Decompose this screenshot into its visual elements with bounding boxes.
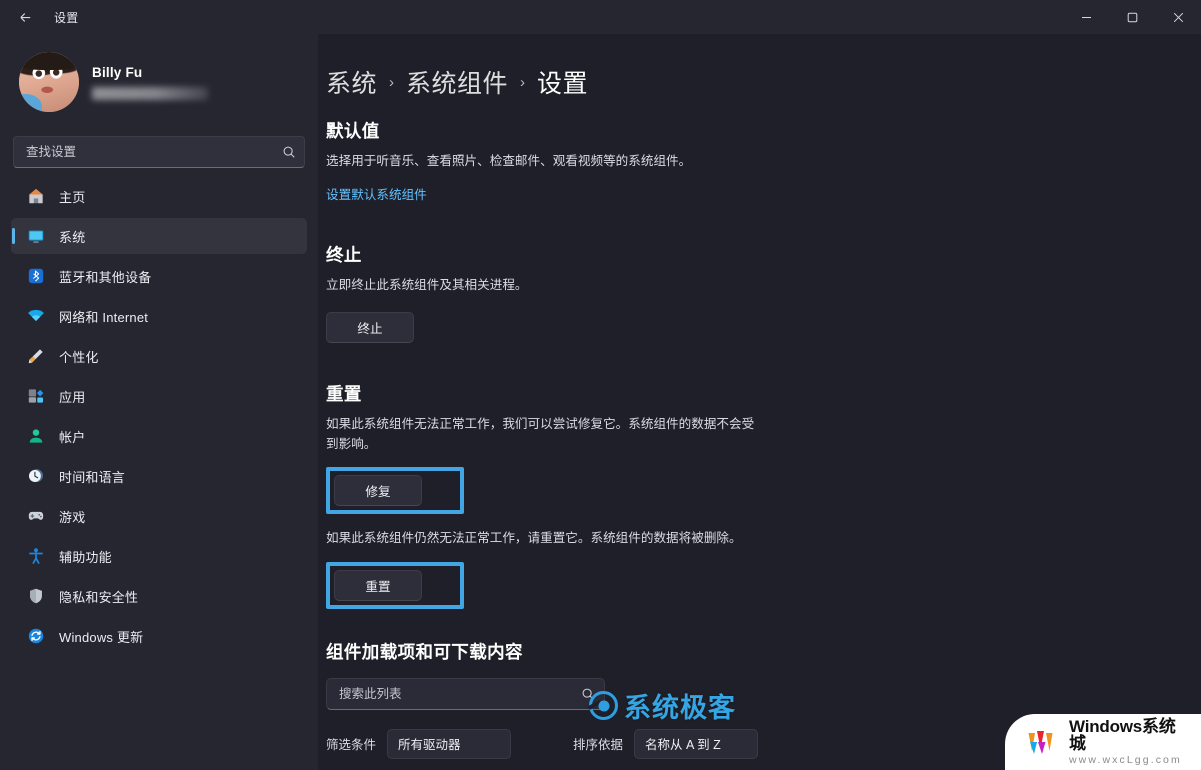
defaults-heading: 默认值 — [326, 121, 380, 141]
reset-highlight-box: 重置 — [326, 561, 464, 609]
sidebar-item-system[interactable]: 系统 — [11, 218, 307, 254]
account-icon — [26, 427, 45, 446]
sidebar-item-label: 系统 — [59, 229, 86, 245]
terminate-section: 终止 立即终止此系统组件及其相关进程。 终止 — [326, 242, 1161, 344]
sidebar-item-label: 主页 — [59, 189, 86, 205]
sidebar-item-label: 时间和语言 — [59, 469, 126, 485]
close-button[interactable] — [1155, 0, 1201, 34]
terminate-button[interactable]: 终止 — [326, 312, 414, 344]
sidebar-item-home[interactable]: 主页 — [11, 178, 307, 214]
main-content: 系统 › 系统组件 › 设置 默认值 选择用于听音乐、查看照片、检查邮件、观看视… — [318, 34, 1201, 770]
account-card[interactable]: Billy Fu — [11, 34, 307, 122]
reset-description: 如果此系统组件仍然无法正常工作，请重置它。系统组件的数据将被删除。 — [326, 531, 742, 546]
wifi-icon — [26, 307, 45, 326]
sort-dropdown[interactable]: 名称从 A 到 Z — [634, 728, 759, 759]
sidebar-item-label: 蓝牙和其他设备 — [59, 269, 152, 285]
terminate-description: 立即终止此系统组件及其相关进程。 — [326, 277, 528, 292]
search-icon — [282, 145, 296, 159]
sidebar-item-accessibility[interactable]: 辅助功能 — [11, 538, 307, 574]
account-email-blurred — [92, 86, 208, 100]
repair-description: 如果此系统组件无法正常工作，我们可以尝试修复它。系统组件的数据不会受到影响。 — [326, 417, 755, 451]
sidebar-item-privacy-security[interactable]: 隐私和安全性 — [11, 578, 307, 614]
breadcrumb-parent[interactable]: 系统组件 — [406, 64, 508, 100]
sidebar-item-label: 游戏 — [59, 509, 86, 525]
addons-search[interactable] — [326, 677, 605, 710]
sidebar-item-label: 网络和 Internet — [59, 309, 149, 325]
display-icon — [26, 227, 45, 246]
breadcrumb-current: 设置 — [537, 70, 589, 98]
search-input[interactable] — [26, 145, 282, 159]
defaults-section: 默认值 选择用于听音乐、查看照片、检查邮件、观看视频等的系统组件。 设置默认系统… — [326, 118, 1161, 204]
title-bar: 设置 — [0, 0, 1201, 34]
settings-window: 设置 Billy Fu 查找设置 主页 系统 蓝牙和其他设备 网络和 Inter… — [0, 0, 1201, 770]
sidebar-item-network[interactable]: 网络和 Internet — [11, 298, 307, 334]
sidebar-item-bluetooth[interactable]: 蓝牙和其他设备 — [11, 258, 307, 294]
search-icon — [581, 687, 595, 701]
sort-value: 名称从 A 到 Z — [645, 738, 721, 753]
maximize-button[interactable] — [1109, 0, 1155, 34]
avatar — [19, 52, 79, 112]
filter-dropdown[interactable]: 所有驱动器 — [387, 728, 512, 759]
repair-button[interactable]: 修复 — [334, 475, 422, 507]
sidebar-item-label: 隐私和安全性 — [59, 589, 139, 605]
sidebar-item-windows-update[interactable]: Windows 更新 — [11, 618, 307, 654]
back-button[interactable] — [8, 3, 42, 31]
bluetooth-icon — [26, 267, 45, 286]
defaults-description: 选择用于听音乐、查看照片、检查邮件、观看视频等的系统组件。 — [326, 154, 692, 168]
sidebar-item-label: 应用 — [59, 389, 86, 405]
minimize-button[interactable] — [1063, 0, 1109, 34]
filter-value: 所有驱动器 — [398, 738, 461, 753]
sidebar-item-personalization[interactable]: 个性化 — [11, 338, 307, 374]
addons-filter-row: 筛选条件 所有驱动器 排序依据 名称从 A 到 Z — [326, 728, 1161, 759]
sidebar-item-accounts[interactable]: 帐户 — [11, 418, 307, 454]
window-title: 设置 — [54, 10, 79, 25]
reset-section: 重置 如果此系统组件无法正常工作，我们可以尝试修复它。系统组件的数据不会受到影响… — [326, 381, 1161, 609]
sidebar-item-label: 帐户 — [59, 429, 86, 445]
sidebar-item-label: 辅助功能 — [59, 549, 112, 565]
chevron-right-icon: › — [389, 73, 395, 91]
shield-icon — [26, 587, 45, 606]
gamepad-icon — [26, 507, 45, 526]
update-icon — [26, 627, 45, 646]
breadcrumb: 系统 › 系统组件 › 设置 — [326, 64, 1161, 100]
chevron-right-icon: › — [520, 73, 526, 91]
set-default-components-link[interactable]: 设置默认系统组件 — [326, 184, 427, 203]
addons-section: 组件加载项和可下载内容 筛选条件 所有驱动器 — [326, 639, 1161, 759]
sidebar-item-apps[interactable]: 应用 — [11, 378, 307, 414]
sidebar-item-label: Windows 更新 — [59, 629, 144, 645]
apps-icon — [26, 387, 45, 406]
sidebar-item-gaming[interactable]: 游戏 — [11, 498, 307, 534]
window-body: Billy Fu 查找设置 主页 系统 蓝牙和其他设备 网络和 Internet… — [0, 34, 1201, 770]
reset-button[interactable]: 重置 — [334, 569, 422, 601]
addons-heading: 组件加载项和可下载内容 — [326, 641, 523, 662]
sidebar: Billy Fu 查找设置 主页 系统 蓝牙和其他设备 网络和 Internet… — [0, 34, 318, 770]
sort-label: 排序依据 — [573, 738, 624, 753]
window-controls — [1063, 0, 1201, 34]
sidebar-nav: 主页 系统 蓝牙和其他设备 网络和 Internet 个性化 应用 帐户 时间和… — [11, 178, 307, 654]
terminate-heading: 终止 — [326, 244, 362, 265]
addons-search-input[interactable] — [339, 686, 581, 701]
filter-label: 筛选条件 — [326, 738, 377, 753]
breadcrumb-root[interactable]: 系统 — [326, 64, 377, 100]
accessibility-icon — [26, 547, 45, 566]
home-icon — [26, 187, 45, 206]
sidebar-item-time-language[interactable]: 时间和语言 — [11, 458, 307, 494]
repair-highlight-box: 修复 — [326, 467, 464, 515]
sidebar-item-label: 个性化 — [59, 349, 99, 365]
clock-icon — [26, 467, 45, 486]
reset-heading: 重置 — [326, 384, 362, 405]
arrow-left-icon — [18, 10, 33, 25]
settings-search[interactable] — [13, 136, 305, 168]
paintbrush-icon — [26, 347, 45, 366]
account-name: Billy Fu — [92, 64, 143, 80]
